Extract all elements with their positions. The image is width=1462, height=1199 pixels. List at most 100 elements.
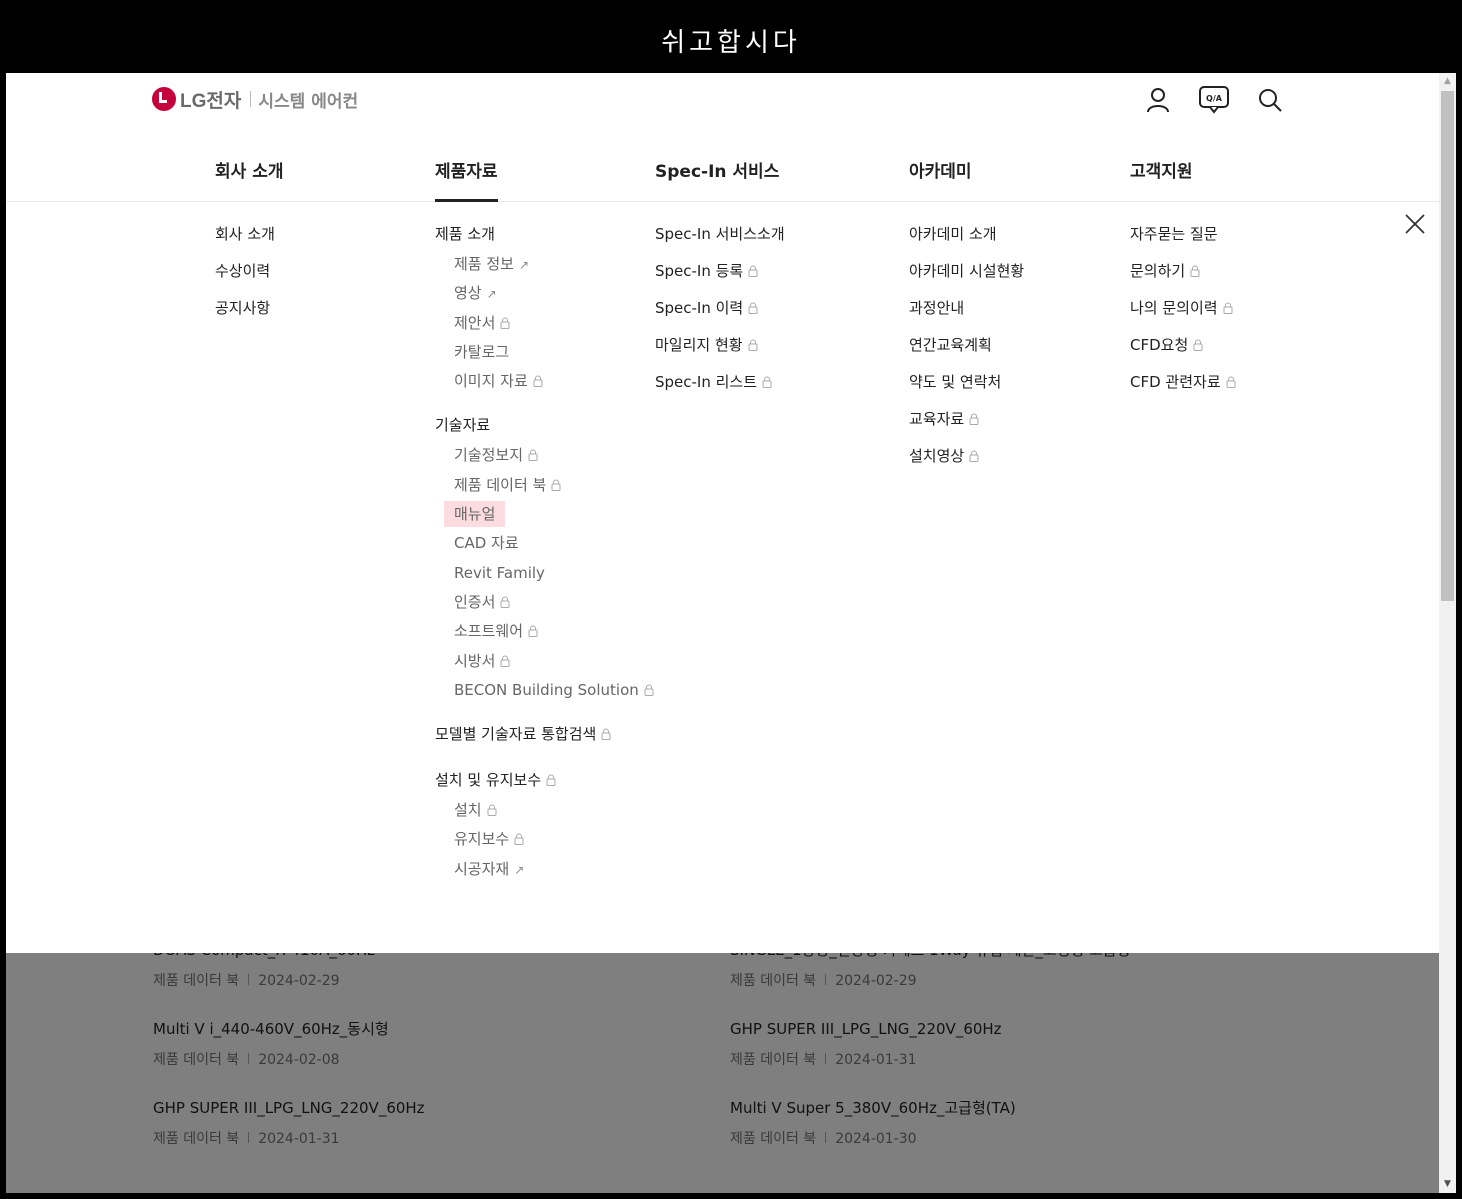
menu-subitem[interactable]: 카탈로그 xyxy=(435,341,654,370)
menu-subitem[interactable]: 이미지 자료 xyxy=(435,370,654,399)
menu-subitem[interactable]: 설치 xyxy=(435,799,654,828)
menu-item[interactable]: 아카데미 시설현황 xyxy=(909,260,1024,297)
menu-subitem[interactable]: 유지보수 xyxy=(435,828,654,857)
menu-col-support: 자주묻는 질문 문의하기 나의 문의이력 CFD요청 CFD 관련자료 xyxy=(1130,223,1236,408)
lock-icon xyxy=(969,413,979,425)
list-item[interactable]: GHP SUPER III_LPG_LNG_220V_60Hz 제품 데이터 북… xyxy=(730,1018,1002,1069)
menu-item[interactable]: CFD 관련자료 xyxy=(1130,371,1236,408)
menu-item[interactable]: 문의하기 xyxy=(1130,260,1236,297)
menu-subitem[interactable]: Revit Family xyxy=(435,562,654,591)
menu-category[interactable]: 제품 소개 xyxy=(435,223,654,253)
post-title[interactable]: GHP SUPER III_LPG_LNG_220V_60Hz xyxy=(730,1018,1002,1040)
menu-item[interactable]: 교육자료 xyxy=(909,408,1024,445)
menu-item[interactable]: 자주묻는 질문 xyxy=(1130,223,1236,260)
post-meta: 제품 데이터 북 2024-02-08 xyxy=(153,1049,389,1069)
qa-icon[interactable]: Q/A xyxy=(1199,85,1229,115)
lock-icon xyxy=(601,728,611,741)
logo-subtitle: 시스템 에어컨 xyxy=(258,91,359,112)
menu-item[interactable]: 회사 소개 xyxy=(215,223,275,260)
window-title: 쉬고합시다 xyxy=(661,28,801,58)
menu-subitem[interactable]: BECON Building Solution xyxy=(435,679,654,708)
external-link-icon: ↗ xyxy=(514,862,525,877)
menu-item[interactable]: 설치영상 xyxy=(909,445,1024,482)
menu-category[interactable]: 설치 및 유지보수 xyxy=(435,769,654,799)
menu-col-product: 제품 소개 제품 정보 ↗ 영상 ↗ 제안서 카탈로그 이미지 자료 기술자료 기술… xyxy=(435,223,654,887)
menu-item[interactable]: 약도 및 연락처 xyxy=(909,371,1024,408)
menu-subitem[interactable]: CAD 자료 xyxy=(435,532,654,561)
menu-item[interactable]: Spec-In 리스트 xyxy=(655,371,785,408)
gnb-academy[interactable]: 아카데미 xyxy=(909,157,972,202)
lock-icon xyxy=(500,596,510,608)
menu-item[interactable]: 연간교육계획 xyxy=(909,334,1024,371)
menu-subitem[interactable]: 영상 ↗ xyxy=(435,282,654,311)
post-category: 제품 데이터 북 xyxy=(153,973,240,989)
post-title[interactable]: GHP SUPER III_LPG_LNG_220V_60Hz xyxy=(153,1097,425,1119)
menu-subitem[interactable]: 제안서 xyxy=(435,312,654,341)
menu-subitem[interactable]: 제품 데이터 북 xyxy=(435,474,654,503)
menu-item[interactable]: Spec-In 서비스소개 xyxy=(655,223,785,260)
window-border xyxy=(0,1193,1462,1199)
menu-category[interactable]: 모델별 기술자료 통합검색 xyxy=(435,723,654,753)
scroll-down-icon[interactable]: ▼ xyxy=(1439,1176,1456,1193)
post-date: 2024-02-29 xyxy=(258,973,340,989)
lock-icon xyxy=(748,339,758,351)
post-title[interactable]: Multi V i_440-460V_60Hz_동시형 xyxy=(153,1018,389,1040)
menu-subitem[interactable]: 제품 정보 ↗ xyxy=(435,253,654,282)
lock-icon xyxy=(1190,265,1200,277)
lock-icon xyxy=(969,450,979,462)
post-meta: 제품 데이터 북 2024-01-30 xyxy=(730,1128,1016,1148)
logo-brand: LG전자 xyxy=(180,90,242,112)
list-item[interactable]: Multi V Super 5_380V_60Hz_고급형(TA) 제품 데이터… xyxy=(730,1097,1016,1148)
lock-icon xyxy=(528,450,538,462)
menu-subitem[interactable]: 인증서 xyxy=(435,591,654,620)
scrollbar-thumb[interactable] xyxy=(1441,91,1454,601)
menu-item[interactable]: 아카데미 소개 xyxy=(909,223,1024,260)
gnb-support[interactable]: 고객지원 xyxy=(1130,157,1193,202)
close-icon[interactable] xyxy=(1403,212,1427,236)
post-date: 2024-01-30 xyxy=(835,1131,917,1147)
gnb-specin[interactable]: Spec-In 서비스 xyxy=(655,157,779,202)
gnb-company[interactable]: 회사 소개 xyxy=(215,157,283,202)
lock-icon xyxy=(533,375,543,388)
menu-item[interactable]: Spec-In 이력 xyxy=(655,297,785,334)
lock-icon xyxy=(551,479,561,491)
user-icon[interactable] xyxy=(1143,85,1173,115)
site-logo[interactable]: LG전자 시스템 에어컨 xyxy=(152,85,358,113)
menu-item[interactable]: 공지사항 xyxy=(215,297,275,334)
lock-icon xyxy=(644,684,654,696)
list-item[interactable]: GHP SUPER III_LPG_LNG_220V_60Hz 제품 데이터 북… xyxy=(153,1097,425,1148)
menu-item[interactable]: CFD요청 xyxy=(1130,334,1236,371)
post-meta: 제품 데이터 북 2024-01-31 xyxy=(730,1049,1002,1069)
menu-col-company: 회사 소개 수상이력 공지사항 xyxy=(215,223,275,334)
post-date: 2024-01-31 xyxy=(835,1052,917,1068)
lock-icon xyxy=(514,833,524,846)
search-icon[interactable] xyxy=(1255,85,1285,115)
menu-subitem-manual[interactable]: 매뉴얼 xyxy=(435,501,654,532)
list-item[interactable]: Multi V i_440-460V_60Hz_동시형 제품 데이터 북 2024… xyxy=(153,1018,389,1069)
lock-icon xyxy=(1223,302,1233,314)
gnb-product[interactable]: 제품자료 xyxy=(435,157,498,202)
post-title[interactable]: Multi V Super 5_380V_60Hz_고급형(TA) xyxy=(730,1097,1016,1119)
menu-item[interactable]: 과정안내 xyxy=(909,297,1024,334)
lock-icon xyxy=(1193,339,1203,351)
menu-subitem[interactable]: 시공자재 ↗ xyxy=(435,858,654,887)
menu-category[interactable]: 기술자료 xyxy=(435,414,654,444)
menu-item[interactable]: 나의 문의이력 xyxy=(1130,297,1236,334)
post-meta: 제품 데이터 북 2024-02-29 xyxy=(153,970,375,990)
post-category: 제품 데이터 북 xyxy=(730,1131,817,1147)
title-bar: 쉬고합시다 xyxy=(0,0,1462,73)
lock-icon xyxy=(762,376,772,388)
menu-item[interactable]: Spec-In 등록 xyxy=(655,260,785,297)
lock-icon xyxy=(500,655,510,667)
external-link-icon: ↗ xyxy=(518,258,530,272)
menu-subitem[interactable]: 시방서 xyxy=(435,650,654,679)
menu-item[interactable]: 마일리지 현황 xyxy=(655,334,785,371)
menu-subitem[interactable]: 소프트웨어 xyxy=(435,620,654,649)
scroll-up-icon[interactable]: ▲ xyxy=(1439,73,1456,90)
header-utility: Q/A xyxy=(1143,85,1285,115)
lock-icon xyxy=(487,804,497,817)
menu-item[interactable]: 수상이력 xyxy=(215,260,275,297)
menu-subitem[interactable]: 기술정보지 xyxy=(435,444,654,473)
vertical-scrollbar[interactable]: ▲ ▼ xyxy=(1439,73,1456,1193)
post-category: 제품 데이터 북 xyxy=(153,1052,240,1068)
